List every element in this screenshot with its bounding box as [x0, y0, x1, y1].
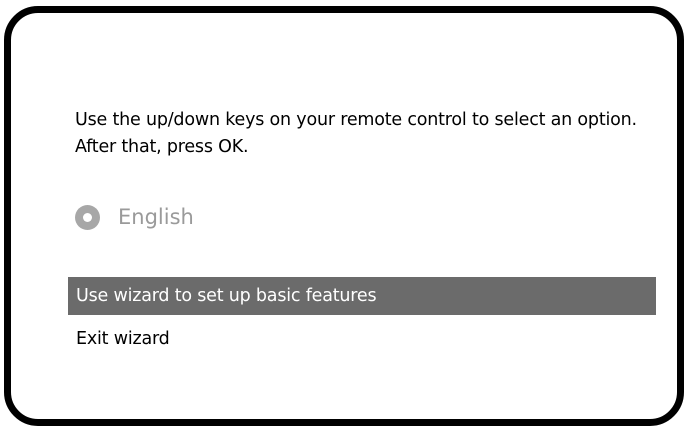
radio-selected-icon [75, 204, 100, 230]
menu-item-use-wizard[interactable]: Use wizard to set up basic features [68, 277, 656, 315]
language-option[interactable]: English [75, 202, 194, 232]
radio-dot [83, 212, 92, 222]
menu-item-exit-wizard[interactable]: Exit wizard [68, 320, 656, 358]
language-label: English [118, 205, 194, 229]
wizard-dialog: Use the up/down keys on your remote cont… [4, 6, 684, 426]
instructions-text: Use the up/down keys on your remote cont… [75, 110, 637, 157]
